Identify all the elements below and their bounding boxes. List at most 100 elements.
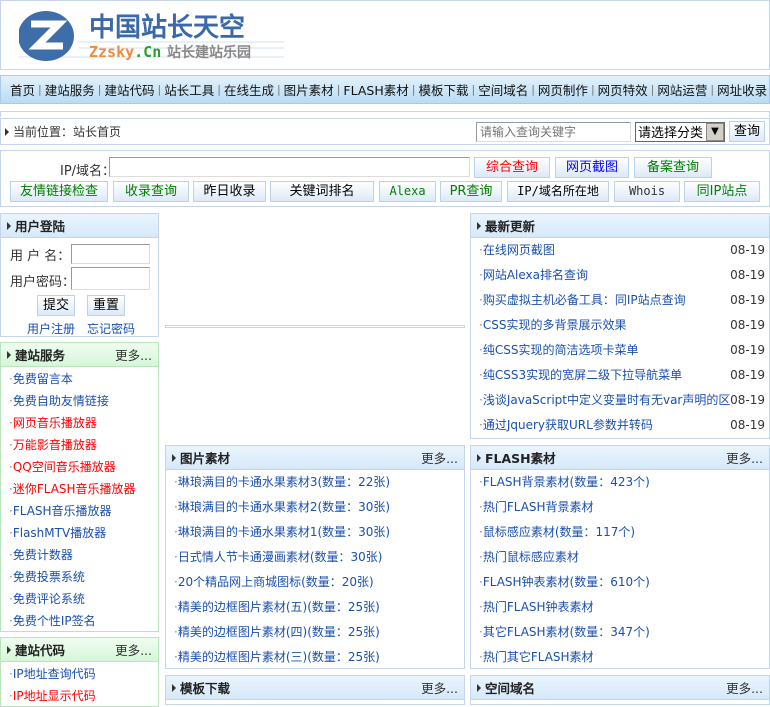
list-item-date: 08-19 — [730, 343, 765, 357]
password-input[interactable] — [71, 267, 150, 290]
login-title: 用户登陆 — [15, 219, 66, 234]
nav-item[interactable]: FLASH素材 — [340, 80, 411, 99]
list-item: · FLASH钟表素材(数量：610个) — [471, 570, 769, 595]
list-item-link[interactable]: FLASH背景素材(数量：423个) — [483, 470, 769, 495]
more-link[interactable]: 更多... — [421, 678, 458, 697]
list-item: ·免费留言本 — [1, 368, 158, 390]
submit-button[interactable]: 提交 — [37, 295, 75, 316]
list-item-link[interactable]: CSS实现的多背景展示效果 — [483, 313, 730, 338]
query-button[interactable]: 综合查询 — [474, 157, 550, 178]
query-button[interactable]: 网页截图 — [555, 157, 629, 178]
nav-item[interactable]: 网页特效 — [595, 80, 651, 99]
more-link[interactable]: 更多... — [115, 345, 152, 364]
list-item-link[interactable]: 万能影音播放器 — [13, 438, 97, 452]
list-item-link[interactable]: 纯CSS实现的简洁选项卡菜单 — [483, 338, 730, 363]
reset-button[interactable]: 重置 — [87, 295, 125, 316]
site-logo[interactable]: 中国站长天空 Zzsky.Cn 站长建站乐园 — [18, 10, 284, 62]
query-button[interactable]: Whois — [614, 181, 680, 202]
nav-item[interactable]: 建站代码 — [101, 80, 157, 99]
breadcrumb: 当前位置：站长首页 — [13, 125, 122, 139]
list-item-link[interactable]: IP地址显示代码 — [13, 689, 96, 703]
list-item-link[interactable]: 免费留言本 — [13, 372, 73, 386]
list-item-link[interactable]: 免费投票系统 — [13, 570, 85, 584]
list-item-link[interactable]: 鼠标感应素材(数量：117个) — [483, 520, 769, 545]
search-input[interactable] — [476, 121, 631, 142]
query-button[interactable]: 关键词排名 — [270, 181, 374, 202]
more-link[interactable]: 更多... — [726, 678, 763, 697]
nav-item[interactable]: 图片素材 — [281, 80, 337, 99]
list-item-link[interactable]: 免费评论系统 — [13, 592, 85, 606]
nav-item[interactable]: 站长工具 — [161, 80, 217, 99]
query-button[interactable]: IP/域名所在地 — [507, 181, 609, 202]
query-button[interactable]: 昨日收录 — [193, 181, 266, 202]
nav-item[interactable]: 网址收录 — [714, 80, 769, 99]
category-select[interactable]: 请选择分类 ▼ — [635, 121, 725, 142]
more-link[interactable]: 更多... — [726, 448, 763, 467]
list-item-link[interactable]: IP地址查询代码 — [13, 667, 96, 681]
nav-item[interactable]: 空间域名 — [475, 80, 531, 99]
query-button[interactable]: 收录查询 — [113, 181, 189, 202]
query-button[interactable]: 同IP站点 — [684, 181, 760, 202]
list-item: · 购买虚拟主机必备工具：同IP站点查询 08-19 — [471, 288, 769, 313]
list-item: · 浅谈JavaScript中定义变量时有无var声明的区别 08-19 — [471, 388, 769, 413]
list-item-link[interactable]: 免费个性IP签名 — [13, 614, 96, 628]
list-item: ·迷你FLASH音乐播放器 — [1, 478, 158, 500]
list-item: ·FLASH音乐播放器 — [1, 500, 158, 522]
list-item-link[interactable]: 琳琅满目的卡通水果素材1(数量：30张) — [178, 520, 464, 545]
search-button[interactable]: 查询 — [729, 121, 765, 142]
list-item-link[interactable]: 网站Alexa排名查询 — [483, 263, 730, 288]
more-link[interactable]: 更多... — [115, 640, 152, 659]
list-item-link[interactable]: 日式情人节卡通漫画素材(数量：30张) — [178, 545, 464, 570]
list-item: · 热门鼠标感应素材 — [471, 545, 769, 570]
login-header: 用户登陆 — [1, 214, 158, 238]
hosting-panel: 空间域名 更多... — [470, 675, 770, 705]
category-value: 请选择分类 — [638, 126, 704, 141]
username-input[interactable] — [71, 244, 150, 264]
query-button[interactable]: 备案查询 — [634, 157, 712, 178]
list-item-link[interactable]: 琳琅满目的卡通水果素材2(数量：30张) — [178, 495, 464, 520]
query-button[interactable]: 友情链接检查 — [10, 181, 108, 202]
register-link[interactable]: 用户注册 — [27, 320, 75, 337]
list-item-link[interactable]: FLASH音乐播放器 — [13, 504, 112, 518]
list-item-link[interactable]: FLASH钟表素材(数量：610个) — [483, 570, 769, 595]
nav-item[interactable]: 在线生成 — [221, 80, 277, 99]
list-item-link[interactable]: 其它FLASH素材(数量：347个) — [483, 620, 769, 645]
list-item-link[interactable]: FlashMTV播放器 — [13, 526, 106, 540]
list-item-link[interactable]: 热门FLASH背景素材 — [483, 495, 769, 520]
arrow-icon — [7, 350, 11, 359]
nav-item[interactable]: 网站运营 — [654, 80, 710, 99]
list-item: ·免费自助友情链接 — [1, 390, 158, 412]
ip-domain-input[interactable] — [109, 157, 470, 177]
list-item-link[interactable]: 免费自助友情链接 — [13, 394, 109, 408]
nav-item[interactable]: 模板下载 — [415, 80, 471, 99]
list-item-link[interactable]: 热门FLASH钟表素材 — [483, 595, 769, 620]
nav-item[interactable]: 建站服务 — [42, 80, 98, 99]
list-item-link[interactable]: 20个精品网上商城图标(数量：20张) — [178, 570, 464, 595]
nav-item[interactable]: 首页 — [7, 80, 38, 99]
list-item-link[interactable]: 通过Jquery获取URL参数并转码 — [483, 413, 730, 438]
list-item: · 纯CSS3实现的宽屏二级下拉导航菜单 08-19 — [471, 363, 769, 388]
list-item-link[interactable]: QQ空间音乐播放器 — [13, 460, 116, 474]
query-button[interactable]: PR查询 — [440, 181, 502, 202]
list-item-link[interactable]: 精美的边框图片素材(三)(数量：25张) — [178, 645, 464, 670]
list-item-link[interactable]: 纯CSS3实现的宽屏二级下拉导航菜单 — [483, 363, 730, 388]
arrow-icon — [477, 683, 481, 692]
list-item-link[interactable]: 在线网页截图 — [483, 238, 730, 263]
list-item: ·IP地址查询代码 — [1, 663, 158, 685]
list-item: ·万能影音播放器 — [1, 434, 158, 456]
more-link[interactable]: 更多... — [421, 448, 458, 467]
list-item-link[interactable]: 免费计数器 — [13, 548, 73, 562]
list-item-link[interactable]: 精美的边框图片素材(四)(数量：25张) — [178, 620, 464, 645]
nav-item[interactable]: 网页制作 — [535, 80, 591, 99]
query-button[interactable]: Alexa — [379, 181, 436, 202]
list-item-link[interactable]: 琳琅满目的卡通水果素材3(数量：22张) — [178, 470, 464, 495]
list-item-link[interactable]: 迷你FLASH音乐播放器 — [13, 482, 136, 496]
list-item-link[interactable]: 热门其它FLASH素材 — [483, 645, 769, 670]
code-list: ·IP地址查询代码 ·IP地址显示代码 — [1, 662, 158, 707]
list-item-link[interactable]: 网页音乐播放器 — [13, 416, 97, 430]
list-item-link[interactable]: 浅谈JavaScript中定义变量时有无var声明的区别 — [483, 388, 730, 413]
list-item-link[interactable]: 精美的边框图片素材(五)(数量：25张) — [178, 595, 464, 620]
list-item-link[interactable]: 热门鼠标感应素材 — [483, 545, 769, 570]
forgot-password-link[interactable]: 忘记密码 — [87, 320, 135, 337]
list-item-link[interactable]: 购买虚拟主机必备工具：同IP站点查询 — [483, 288, 730, 313]
